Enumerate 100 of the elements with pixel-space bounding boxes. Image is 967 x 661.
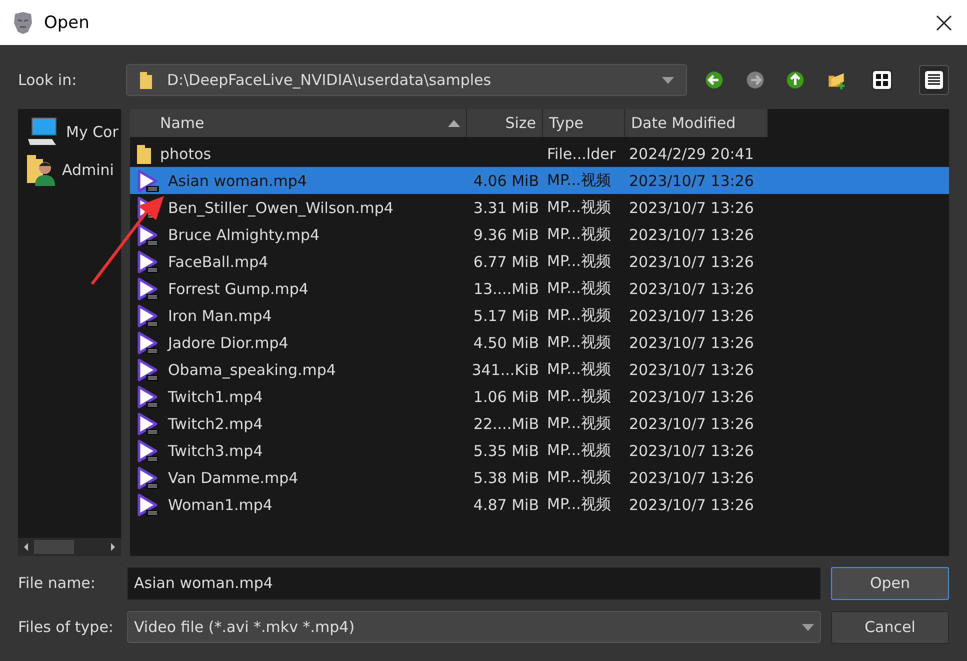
- file-date: 2023/10/7 13:26: [629, 280, 754, 298]
- sidebar-item[interactable]: Admini: [62, 161, 114, 179]
- file-date: 2023/10/7 13:26: [629, 442, 754, 460]
- file-name: Ben_Stiller_Owen_Wilson.mp4: [168, 198, 394, 216]
- file-size: 4.87 MiB: [473, 496, 539, 514]
- folder-icon: [139, 70, 153, 90]
- file-name-field[interactable]: Asian woman.mp4: [127, 566, 821, 600]
- detail-view-button[interactable]: [919, 65, 949, 95]
- file-size: 5.17 MiB: [473, 306, 539, 324]
- file-date: 2023/10/7 13:26: [629, 198, 754, 216]
- horizontal-scrollbar[interactable]: [18, 538, 121, 556]
- column-header[interactable]: Name: [130, 109, 467, 137]
- file-row[interactable]: Obama_speaking.mp4 341...KiB MP...视频 2023/10/7 13:26: [130, 356, 949, 383]
- file-name: Van Damme.mp4: [168, 468, 298, 486]
- file-size: 5.38 MiB: [473, 468, 539, 486]
- video-file-icon: [136, 222, 160, 246]
- file-type: MP...视频: [547, 333, 611, 352]
- video-file-icon: [136, 466, 160, 490]
- file-name: Forrest Gump.mp4: [168, 280, 308, 298]
- file-date: 2023/10/7 13:26: [629, 496, 754, 514]
- file-type: File...lder: [547, 144, 616, 162]
- folder-icon: [136, 142, 152, 164]
- look-in-label: Look in:: [18, 71, 78, 89]
- file-date: 2023/10/7 13:26: [629, 334, 754, 352]
- file-name: Bruce Almighty.mp4: [168, 226, 320, 244]
- file-row[interactable]: Twitch2.mp4 22....MiB MP...视频 2023/10/7 13:26: [130, 410, 949, 437]
- file-name: FaceBall.mp4: [168, 252, 268, 270]
- column-header[interactable]: Date Modified: [625, 109, 768, 137]
- file-size: 6.77 MiB: [473, 252, 539, 270]
- video-file-icon: [136, 358, 160, 382]
- file-type: MP...视频: [547, 360, 611, 379]
- cancel-button[interactable]: Cancel: [831, 610, 949, 644]
- file-name: Woman1.mp4: [168, 496, 272, 514]
- file-type: MP...视频: [547, 414, 611, 433]
- file-size: 1.06 MiB: [473, 388, 539, 406]
- file-date: 2023/10/7 13:26: [629, 306, 754, 324]
- file-name: Twitch2.mp4: [168, 414, 263, 432]
- file-date: 2023/10/7 13:26: [629, 468, 754, 486]
- open-button[interactable]: Open: [831, 566, 949, 600]
- file-date: 2023/10/7 13:26: [629, 252, 754, 270]
- file-date: 2023/10/7 13:26: [629, 172, 754, 190]
- file-type: MP...视频: [547, 468, 611, 487]
- file-date: 2024/2/29 20:41: [629, 144, 754, 162]
- file-date: 2023/10/7 13:26: [629, 388, 754, 406]
- column-header[interactable]: Size: [467, 109, 543, 137]
- file-size: 4.50 MiB: [473, 334, 539, 352]
- file-size: 22....MiB: [473, 414, 539, 432]
- caret-icon: [662, 76, 674, 84]
- file-size: 4.06 MiB: [473, 172, 539, 190]
- user-folder-icon: [26, 153, 56, 187]
- video-file-icon: [136, 438, 160, 462]
- file-row[interactable]: FaceBall.mp4 6.77 MiB MP...视频 2023/10/7 13:26: [130, 248, 949, 275]
- file-type: MP...视频: [547, 441, 611, 460]
- file-name: Iron Man.mp4: [168, 306, 272, 324]
- file-row[interactable]: Forrest Gump.mp4 13....MiB MP...视频 2023/10/7 13:26: [130, 275, 949, 302]
- file-type: MP...视频: [547, 171, 611, 190]
- file-date: 2023/10/7 13:26: [629, 360, 754, 378]
- file-date: 2023/10/7 13:26: [629, 226, 754, 244]
- video-file-icon: [136, 304, 160, 328]
- video-file-icon: [136, 492, 160, 516]
- file-row[interactable]: Van Damme.mp4 5.38 MiB MP...视频 2023/10/7 13:26: [130, 464, 949, 491]
- file-row[interactable]: Bruce Almighty.mp4 9.36 MiB MP...视频 2023/10/7 13:26: [130, 221, 949, 248]
- video-file-icon: [136, 384, 160, 408]
- file-type: MP...视频: [547, 279, 611, 298]
- file-name: Jadore Dior.mp4: [168, 334, 288, 352]
- file-name: photos: [160, 144, 212, 162]
- file-type: MP...视频: [547, 225, 611, 244]
- mask-icon: [12, 10, 34, 34]
- column-header[interactable]: Type: [543, 109, 625, 137]
- file-row[interactable]: Iron Man.mp4 5.17 MiB MP...视频 2023/10/7 13:26: [130, 302, 949, 329]
- file-type-dropdown[interactable]: Video file (*.avi *.mkv *.mp4): [127, 611, 821, 643]
- file-type: MP...视频: [547, 198, 611, 217]
- file-type: MP...视频: [547, 252, 611, 271]
- file-row[interactable]: Jadore Dior.mp4 4.50 MiB MP...视频 2023/10/7 13:26: [130, 329, 949, 356]
- file-row[interactable]: Twitch3.mp4 5.35 MiB MP...视频 2023/10/7 13:26: [130, 437, 949, 464]
- look-in-dropdown[interactable]: D:\DeepFaceLive_NVIDIA\userdata\samples: [126, 64, 687, 96]
- video-file-icon: [136, 250, 160, 274]
- video-file-icon: [136, 330, 160, 354]
- file-row[interactable]: Asian woman.mp4 4.06 MiB MP...视频 2023/10/7 13:26: [130, 167, 949, 194]
- window-title: Open: [44, 12, 90, 32]
- file-name: Twitch1.mp4: [168, 388, 263, 406]
- file-type: MP...视频: [547, 387, 611, 406]
- file-size: 5.35 MiB: [473, 442, 539, 460]
- file-name-label: File name:: [18, 574, 96, 592]
- close-icon[interactable]: [935, 14, 953, 32]
- file-name: Obama_speaking.mp4: [168, 360, 336, 378]
- video-file-icon: [136, 276, 160, 300]
- video-file-icon: [136, 412, 160, 436]
- file-row[interactable]: Twitch1.mp4 1.06 MiB MP...视频 2023/10/7 13:26: [130, 383, 949, 410]
- sidebar-item[interactable]: My Cor: [66, 123, 118, 141]
- file-row[interactable]: photos File...lder 2024/2/29 20:41: [130, 140, 949, 167]
- file-size: 341...KiB: [472, 360, 539, 378]
- file-type: MP...视频: [547, 306, 611, 325]
- file-name: Asian woman.mp4: [168, 172, 307, 190]
- file-size: 9.36 MiB: [473, 226, 539, 244]
- video-file-icon: [136, 168, 160, 192]
- file-row[interactable]: Woman1.mp4 4.87 MiB MP...视频 2023/10/7 13:26: [130, 491, 949, 518]
- file-date: 2023/10/7 13:26: [629, 414, 754, 432]
- file-size: 13....MiB: [473, 280, 539, 298]
- caret-icon: [802, 624, 814, 630]
